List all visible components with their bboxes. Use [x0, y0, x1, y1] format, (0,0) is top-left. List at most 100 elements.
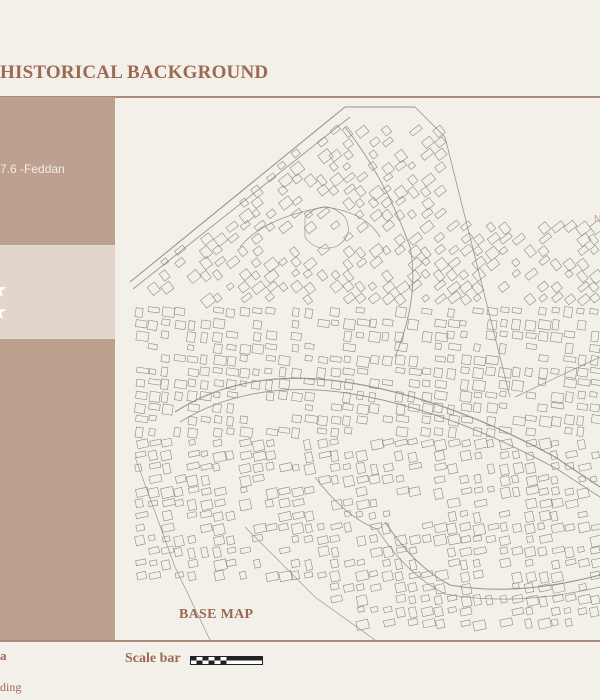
map-building	[420, 268, 431, 279]
map-building	[278, 378, 291, 390]
map-building	[240, 292, 253, 304]
map-building	[461, 354, 472, 366]
map-building	[252, 368, 260, 376]
map-building	[342, 245, 356, 259]
map-building	[484, 594, 494, 606]
map-building	[303, 256, 318, 271]
map-building	[486, 463, 496, 475]
map-building	[304, 414, 319, 424]
map-building	[537, 403, 548, 413]
map-building	[200, 487, 212, 496]
map-building	[161, 403, 174, 416]
map-building	[148, 414, 157, 422]
map-building	[148, 571, 162, 580]
map-building	[343, 558, 356, 568]
map-building	[265, 343, 278, 351]
map-building	[292, 510, 305, 520]
map-building	[434, 136, 447, 149]
map-building	[329, 307, 341, 318]
map-building	[225, 558, 237, 568]
map-building	[240, 486, 248, 494]
map-building	[355, 331, 365, 339]
map-building	[421, 521, 434, 530]
map-building	[161, 462, 172, 475]
map-building	[355, 510, 364, 518]
map-building	[355, 618, 370, 631]
map-building	[291, 268, 300, 278]
map-building	[576, 232, 592, 248]
map-building	[342, 318, 356, 331]
map-building	[525, 475, 539, 487]
map-building	[590, 523, 600, 531]
map-building	[135, 330, 150, 342]
map-building	[563, 219, 578, 233]
map-building	[538, 293, 548, 303]
map-building	[537, 474, 550, 482]
map-building	[591, 451, 600, 460]
map-building	[447, 426, 457, 439]
map-building	[135, 414, 149, 424]
map-building	[252, 332, 262, 342]
map-building	[290, 558, 301, 568]
map-building	[304, 308, 314, 319]
map-building	[304, 354, 313, 362]
map-building	[447, 533, 462, 546]
map-building	[460, 402, 473, 412]
map-building	[304, 342, 315, 350]
map-building	[370, 522, 383, 531]
map-building	[303, 462, 317, 476]
map-building	[159, 449, 173, 462]
map-building	[499, 557, 512, 569]
map-building	[421, 196, 435, 211]
map-building	[525, 497, 538, 510]
map-building	[199, 354, 208, 365]
map-building	[265, 208, 277, 220]
map-building	[408, 232, 423, 246]
map-building	[472, 593, 483, 606]
map-building	[212, 450, 227, 463]
bottom-divider	[0, 640, 600, 642]
map-building	[250, 280, 267, 296]
map-building	[538, 571, 550, 584]
map-building	[589, 245, 600, 255]
map-building	[485, 221, 497, 233]
map-building	[278, 390, 288, 401]
map-building	[408, 606, 418, 619]
map-building	[369, 463, 379, 476]
map-building	[291, 368, 302, 379]
map-building	[447, 606, 458, 614]
map-building	[318, 474, 332, 485]
map-building	[147, 306, 160, 314]
map-building	[239, 475, 252, 488]
map-building	[472, 233, 485, 246]
map-building	[161, 306, 176, 318]
map-building	[212, 546, 222, 559]
map-building	[330, 522, 343, 531]
map-building	[524, 523, 536, 535]
map-building	[160, 280, 175, 295]
map-building	[135, 511, 149, 520]
map-building	[173, 534, 185, 548]
map-building	[265, 487, 280, 500]
map-building	[486, 232, 501, 246]
map-building	[394, 341, 408, 353]
map-building	[317, 243, 331, 256]
map-building	[174, 391, 183, 401]
map-building	[199, 380, 209, 390]
map-building	[381, 355, 393, 367]
map-building	[212, 343, 223, 355]
map-building	[421, 367, 432, 376]
map-building	[174, 498, 185, 508]
map-building	[316, 207, 331, 220]
star-icon: ★	[0, 300, 8, 325]
map-building	[147, 499, 159, 508]
map-building	[367, 281, 378, 291]
map-building	[135, 319, 148, 329]
map-building	[330, 367, 342, 378]
map-building	[577, 607, 588, 616]
map-building	[330, 220, 341, 231]
map-building	[302, 438, 312, 451]
legend-fragment-top: a	[0, 648, 7, 663]
map-building	[355, 569, 370, 582]
map-building	[381, 219, 395, 232]
